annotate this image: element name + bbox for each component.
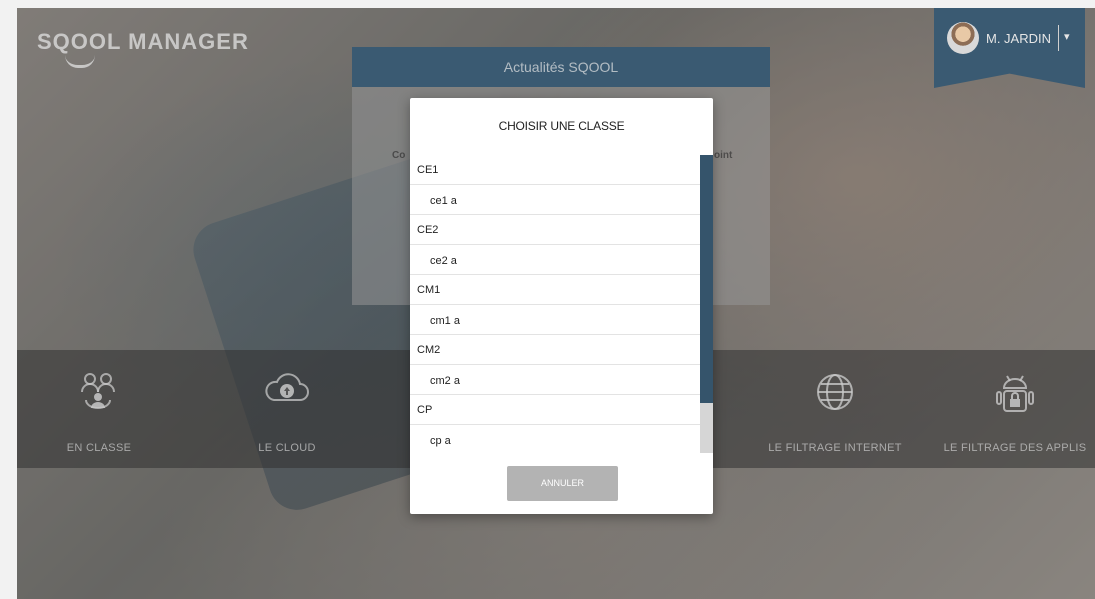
- class-list[interactable]: cp a CP cm2 a CM2 cm1 a CM1 ce2 a CE2 ce1 a CE1: [410, 155, 713, 453]
- class-option[interactable]: cm2 a: [410, 365, 700, 395]
- scrollbar-thumb[interactable]: [700, 155, 713, 403]
- class-option-label: cm1 a: [430, 315, 460, 327]
- user-name[interactable]: M. JARDIN: [986, 31, 1051, 46]
- news-panel-title: Actualités SQOOL: [352, 47, 770, 87]
- class-option[interactable]: ce2 a: [410, 245, 700, 275]
- class-group-label: CM2: [417, 344, 441, 356]
- class-option[interactable]: cp a: [410, 425, 700, 453]
- news-body-left: Co: [392, 150, 406, 161]
- classroom-icon: [81, 373, 115, 409]
- nav-item-filtrage-internet[interactable]: LE FILTRAGE INTERNET: [765, 350, 905, 468]
- globe-icon: [817, 374, 853, 410]
- nav-item-le-cloud[interactable]: LE CLOUD: [227, 350, 347, 468]
- class-option-label: ce1 a: [430, 195, 457, 207]
- class-group-header: CE2: [410, 215, 700, 245]
- cancel-button[interactable]: ANNULER: [507, 466, 618, 501]
- choose-class-dialog: CHOISIR UNE CLASSE cp a CP cm2 a CM2 cm1 a CM…: [410, 98, 713, 514]
- dialog-title: CHOISIR UNE CLASSE: [498, 119, 625, 133]
- nav-label-en-classe: EN CLASSE: [66, 442, 132, 454]
- class-group-label: CE1: [417, 164, 439, 176]
- class-option-label: ce2 a: [430, 255, 457, 267]
- user-avatar[interactable]: [947, 22, 979, 54]
- class-option[interactable]: ce1 a: [410, 185, 700, 215]
- nav-label-filtrage-applis: LE FILTRAGE DES APPLIS: [943, 442, 1087, 454]
- nav-item-en-classe[interactable]: EN CLASSE: [39, 350, 159, 468]
- android-lock-icon: [996, 375, 1034, 412]
- nav-label-filtrage-internet: LE FILTRAGE INTERNET: [768, 442, 902, 454]
- class-option-label: cm2 a: [430, 375, 460, 387]
- class-group-label: CP: [417, 404, 433, 416]
- class-option[interactable]: cm1 a: [410, 305, 700, 335]
- cloud-upload-icon: [265, 373, 309, 401]
- class-group-header: CE1: [410, 155, 700, 185]
- class-group-label: CM1: [417, 284, 441, 296]
- user-menu-divider: [1058, 25, 1059, 51]
- logo-text: SQOOL MANAGER: [37, 29, 249, 54]
- nav-label-le-cloud: LE CLOUD: [258, 442, 316, 454]
- class-group-header: CM1: [410, 275, 700, 305]
- chevron-down-icon[interactable]: ▾: [1064, 30, 1070, 43]
- class-group-label: CE2: [417, 224, 439, 236]
- news-body-right: oint: [714, 150, 733, 161]
- nav-item-filtrage-applis[interactable]: LE FILTRAGE DES APPLIS: [935, 350, 1095, 468]
- class-group-header: CP: [410, 395, 700, 425]
- class-option-label: cp a: [430, 435, 451, 447]
- class-group-header: CM2: [410, 335, 700, 365]
- app-logo: SQOOL MANAGER: [37, 29, 249, 68]
